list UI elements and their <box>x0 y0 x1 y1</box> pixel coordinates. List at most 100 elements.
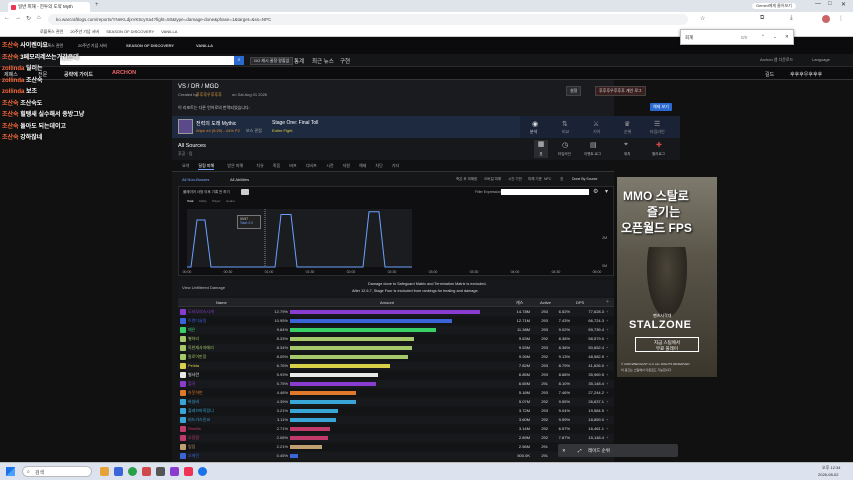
player-name[interactable]: Rinellis <box>188 425 258 433</box>
table-row[interactable]: 독한재사자메리 8.34% 9.53M 293 8.36% 50,652.4 + <box>178 344 614 352</box>
table-row[interactable]: 비드가스인코 3.11% 3.60M 292 9.59% 18,859.0 + <box>178 416 614 424</box>
metric-tab[interactable]: 딜링 피해 <box>198 163 215 170</box>
metric-tab[interactable]: 죽음 <box>273 163 280 169</box>
expand-row-icon[interactable]: + <box>606 335 608 343</box>
taskbar-app-icon[interactable] <box>156 467 165 476</box>
healer-log-icon[interactable]: ✚ <box>656 141 662 149</box>
guild-menu[interactable]: 길드 <box>765 71 774 78</box>
bookmark-item[interactable]: 20주년 기념 서버 <box>70 29 99 34</box>
view-unfiltered-link[interactable]: View Unfiltered Damage <box>182 285 225 290</box>
banner-item[interactable]: VANILLA <box>196 43 213 48</box>
table-row[interactable]: 오메린 0.45% 500.0K 291 + <box>178 452 614 460</box>
windows-start-icon[interactable] <box>6 467 15 476</box>
timeline-view-icon[interactable]: ◷ <box>562 141 568 149</box>
expand-row-icon[interactable]: + <box>606 380 608 388</box>
expand-row-icon[interactable]: + <box>606 389 608 397</box>
metric-tab[interactable]: 요약 <box>182 163 189 169</box>
browser-menu-icon[interactable]: ⋮ <box>838 15 844 22</box>
player-name[interactable]: 오메린 <box>188 452 258 460</box>
close-window-icon[interactable]: ✕ <box>841 1 846 8</box>
fight-name[interactable]: 전력의 도래 Mythic <box>196 120 236 127</box>
metric-tab[interactable]: 시전 <box>326 163 333 169</box>
player-name[interactable]: 매은 <box>188 326 258 334</box>
taskbar-app-icon[interactable] <box>128 467 137 476</box>
player-name[interactable]: 비드가스인코 <box>188 416 258 424</box>
language-selector[interactable]: Language <box>812 57 830 62</box>
fight-mode[interactable]: Entire Fight <box>272 128 292 133</box>
metric-tab[interactable]: 치유 <box>256 163 263 169</box>
bookmark-item[interactable]: VANILLA <box>161 29 177 34</box>
nav-stats[interactable]: 통계 <box>294 57 304 65</box>
find-next-icon[interactable]: ⌄ <box>773 34 777 40</box>
table-row[interactable]: 빌사란 5.93% 6.85M 293 8.68% 35,969.5 + <box>178 371 614 379</box>
metric-tab[interactable]: 해제 <box>359 163 366 169</box>
alt-button[interactable]: GG 캐시 꿀정 왕할없 <box>250 57 294 65</box>
metric-tab[interactable]: 자원 <box>343 163 350 169</box>
table-row[interactable]: Rinellis 2.71% 3.14M 292 6.57% 16,461.1 … <box>178 425 614 433</box>
bookmark-item[interactable]: SEASON OF DISCOVERY <box>106 29 154 34</box>
taskbar-app-icon[interactable] <box>184 467 193 476</box>
tab-compare[interactable]: 비교 <box>562 129 569 135</box>
sources-title[interactable]: All Sources <box>178 143 206 149</box>
gemini-button[interactable]: Gemini에게 물어보기 <box>752 3 796 9</box>
player-name[interactable]: 플레브마직링니 <box>188 407 258 415</box>
find-prev-icon[interactable]: ⌃ <box>761 34 765 40</box>
table-row[interactable]: 도라무리스시개 12.79% 14.78M 293 6.52% 77,628.3… <box>178 308 614 316</box>
expand-row-icon[interactable]: + <box>606 425 608 433</box>
table-row[interactable]: 플레브마직링니 3.21% 3.72M 293 9.04% 19,584.5 + <box>178 407 614 415</box>
forward-icon[interactable]: → <box>15 15 21 21</box>
col-dps[interactable]: DPS <box>576 300 584 305</box>
report-author[interactable]: 후후후우후후후 <box>196 92 222 98</box>
toast-close-icon[interactable]: ✕ <box>562 444 566 457</box>
banner-item[interactable]: SEASON OF DISCOVERY <box>126 43 174 48</box>
events-view-icon[interactable]: ▤ <box>590 141 597 149</box>
damage-graph[interactable]: 00:00 00:30 01:00 01:30 02:00 02:30 03:00 03:30… <box>179 187 615 277</box>
expand-row-icon[interactable]: + <box>606 362 608 370</box>
filter-overkill[interactable]: 오버킬 피해 <box>484 177 501 182</box>
view-notice-button[interactable]: 해제 보기 <box>650 103 672 111</box>
player-name[interactable]: 별하리 <box>188 335 258 343</box>
done-by-source-filter[interactable]: Done By Source <box>572 177 598 181</box>
non-bosses-filter[interactable]: All Non-Bosses <box>182 177 209 182</box>
download-icon[interactable]: ⤓ <box>790 15 793 22</box>
expand-row-icon[interactable]: + <box>606 317 608 325</box>
expand-row-icon[interactable]: + <box>606 416 608 424</box>
abilities-filter[interactable]: All Abilities <box>230 177 249 182</box>
player-name[interactable]: 빌사란 <box>188 371 258 379</box>
extensions-icon[interactable]: ⧉ <box>760 15 764 22</box>
taskbar-app-icon[interactable] <box>114 467 123 476</box>
col-name[interactable]: Name <box>216 300 227 305</box>
table-row[interactable]: 힐귀 5.75% 6.65M 291 8.10% 35,148.4 + <box>178 380 614 388</box>
taskbar-app-icon[interactable] <box>142 467 151 476</box>
table-row[interactable]: Pelida 6.76% 7.82M 293 8.79% 41,626.0 + <box>178 362 614 370</box>
taskbar-search[interactable]: ⌕ 검색 <box>22 466 92 477</box>
maximize-icon[interactable]: □ <box>828 1 832 7</box>
tab-timeline[interactable]: 타임라인 <box>650 129 665 135</box>
profile-avatar[interactable] <box>822 15 830 23</box>
archon-app-link[interactable]: Archon 앱 다운로드 <box>760 57 793 63</box>
minimize-icon[interactable]: — <box>815 1 821 7</box>
expand-row-icon[interactable]: + <box>606 407 608 415</box>
new-tab-icon[interactable]: + <box>95 2 99 8</box>
find-close-icon[interactable]: ✕ <box>785 34 789 40</box>
expand-row-icon[interactable]: + <box>606 344 608 352</box>
player-name[interactable]: 아웃하반 <box>188 389 258 397</box>
expand-row-icon[interactable]: + <box>606 326 608 334</box>
player-name[interactable]: 힐귀 <box>188 380 258 388</box>
reload-icon[interactable]: ↻ <box>26 15 31 22</box>
col-amount[interactable]: Amount <box>380 300 394 305</box>
filter-npc[interactable]: NPC <box>544 177 551 181</box>
player-name[interactable]: 말로이만장 <box>188 353 258 361</box>
col-casts[interactable]: 캐스 <box>516 300 523 306</box>
taskbar-app-icon[interactable] <box>198 467 207 476</box>
position-view-icon[interactable]: ⌖ <box>624 141 628 149</box>
col-active[interactable]: Active <box>540 300 551 305</box>
player-name[interactable]: 트렌디슬링 <box>188 317 258 325</box>
metric-tab[interactable]: 차단 <box>375 163 382 169</box>
taskbar-app-icon[interactable] <box>170 467 179 476</box>
player-name[interactable]: Pelida <box>188 362 258 370</box>
phase-name[interactable]: Stage One: Final Toll <box>272 120 318 126</box>
settings-button[interactable]: 설정 <box>566 86 582 96</box>
expand-row-icon[interactable]: + <box>606 434 608 442</box>
metric-tab[interactable]: 버프 <box>289 163 296 169</box>
